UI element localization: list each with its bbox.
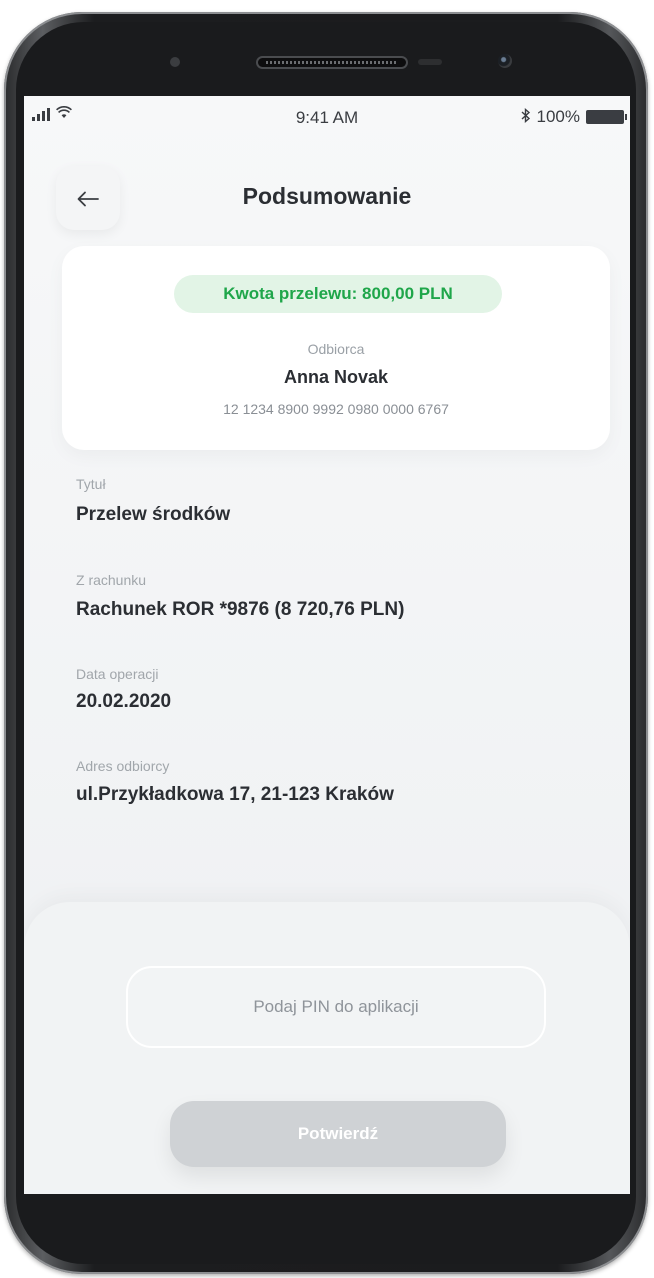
- operation-date-value: 20.02.2020: [76, 691, 172, 712]
- amount-badge: Kwota przelewu: 800,00 PLN: [174, 275, 502, 313]
- app-screen: 9:41 AM 100% Podsumowanie Kwota przelewu…: [24, 96, 630, 1194]
- bluetooth-icon: [521, 107, 531, 127]
- confirm-button[interactable]: Potwierdź: [170, 1101, 506, 1167]
- page-title: Podsumowanie: [242, 183, 412, 209]
- light-sensor-icon: [418, 59, 442, 65]
- recipient-name: Anna Novak: [283, 367, 389, 387]
- recipient-label: Odbiorca: [307, 341, 365, 357]
- front-camera-icon: [498, 54, 512, 68]
- status-right: 100%: [521, 107, 627, 127]
- from-account-label: Z rachunku: [76, 572, 147, 588]
- title-value: Przelew środków: [76, 504, 231, 525]
- recipient-account-number: 12 1234 8900 9992 0980 0000 6767: [223, 401, 449, 417]
- pin-placeholder: Podaj PIN do aplikacji: [253, 997, 419, 1016]
- battery-percent: 100%: [536, 107, 580, 126]
- status-bar: 9:41 AM 100%: [24, 96, 630, 138]
- operation-date-label: Data operacji: [76, 666, 159, 682]
- recipient-address-label: Adres odbiorcy: [76, 758, 170, 774]
- speaker-grille-icon: [256, 56, 408, 69]
- battery-icon: [586, 110, 627, 124]
- title-label: Tytuł: [76, 476, 106, 492]
- summary-card: Kwota przelewu: 800,00 PLN Odbiorca Anna…: [62, 246, 610, 450]
- from-account-value: Rachunek ROR *9876 (8 720,76 PLN): [76, 599, 405, 620]
- proximity-sensor-icon: [170, 57, 180, 67]
- pin-input[interactable]: Podaj PIN do aplikacji: [126, 966, 546, 1048]
- recipient-address-value: ul.Przykładkowa 17, 21-123 Kraków: [76, 784, 394, 805]
